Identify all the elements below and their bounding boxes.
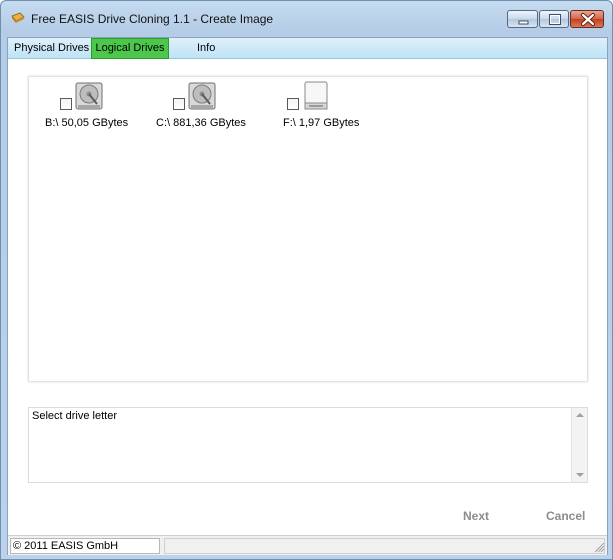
app-icon	[11, 12, 25, 23]
tab-info[interactable]: Info	[197, 38, 215, 59]
drive-label: B:\ 50,05 GBytes	[45, 117, 129, 129]
drive-list-panel: B:\ 50,05 GBytes C:\ 881,36 GBytes F:\ 1…	[28, 76, 588, 382]
minimize-icon	[518, 20, 529, 25]
close-icon	[581, 13, 595, 26]
status-copyright: © 2011 EASIS GmbH	[10, 538, 160, 554]
resize-grip-icon[interactable]	[593, 541, 605, 553]
drive-label: F:\ 1,97 GBytes	[283, 117, 360, 129]
scroll-up-icon[interactable]	[576, 413, 584, 417]
close-button[interactable]	[570, 10, 604, 28]
message-log[interactable]: Select drive letter	[28, 407, 588, 483]
cancel-button[interactable]: Cancel	[546, 509, 585, 523]
log-scrollbar[interactable]	[571, 408, 587, 482]
tab-logical-drives[interactable]: Logical Drives	[91, 38, 169, 59]
drive-item-c[interactable]: C:\ 881,36 GBytes	[156, 77, 266, 137]
drive-item-f[interactable]: F:\ 1,97 GBytes	[277, 77, 377, 137]
scroll-down-icon[interactable]	[576, 473, 584, 477]
drive-checkbox-f[interactable]	[287, 98, 299, 110]
hard-disk-icon	[75, 82, 103, 110]
status-bar: © 2011 EASIS GmbH	[8, 535, 607, 555]
drive-checkbox-b[interactable]	[60, 98, 72, 110]
drive-checkbox-c[interactable]	[173, 98, 185, 110]
drive-item-b[interactable]: B:\ 50,05 GBytes	[45, 77, 145, 137]
title-bar[interactable]: Free EASIS Drive Cloning 1.1 - Create Im…	[1, 1, 612, 35]
status-panel	[164, 538, 605, 554]
removable-drive-icon	[304, 81, 328, 110]
next-button[interactable]: Next	[463, 509, 489, 523]
log-text: Select drive letter	[32, 410, 117, 422]
tab-physical-drives[interactable]: Physical Drives	[14, 38, 89, 59]
maximize-button[interactable]	[539, 10, 569, 28]
hard-disk-icon	[188, 82, 216, 110]
tab-bar: Physical Drives Logical Drives Info	[8, 38, 607, 59]
window-title: Free EASIS Drive Cloning 1.1 - Create Im…	[31, 12, 274, 26]
minimize-button[interactable]	[507, 10, 538, 28]
drive-label: C:\ 881,36 GBytes	[156, 117, 246, 129]
app-window: Free EASIS Drive Cloning 1.1 - Create Im…	[0, 0, 613, 560]
maximize-icon	[549, 14, 561, 25]
client-area: Physical Drives Logical Drives Info B:\ …	[7, 37, 608, 555]
